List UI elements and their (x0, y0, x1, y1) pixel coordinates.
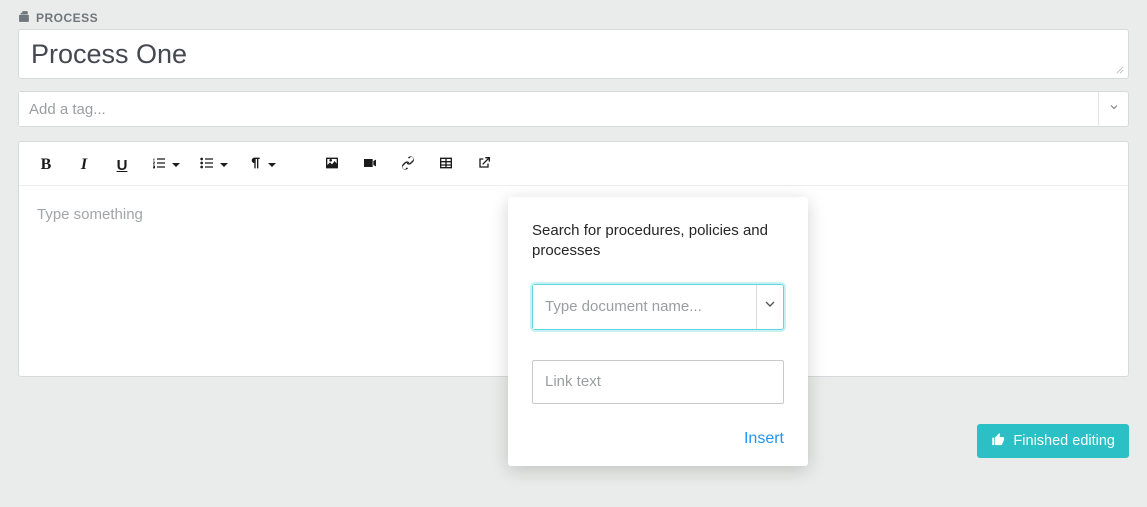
process-title-input[interactable]: Process One (19, 30, 1128, 78)
caret-down-icon (172, 163, 180, 167)
link-icon (400, 155, 416, 176)
editor-toolbar: B I U (19, 142, 1128, 186)
popover-heading: Search for procedures, policies and proc… (532, 221, 784, 262)
document-search-dropdown-button[interactable] (756, 285, 783, 329)
thumbs-up-icon (991, 432, 1006, 451)
image-icon (324, 155, 340, 176)
underline-icon: U (117, 157, 128, 174)
tag-field (18, 91, 1129, 127)
insert-link-popover: Search for procedures, policies and proc… (508, 197, 808, 466)
insert-table-button[interactable] (427, 151, 465, 179)
document-stack-icon (18, 10, 31, 26)
external-link-icon (476, 155, 492, 176)
caret-down-icon (220, 163, 228, 167)
section-label-text: PROCESS (36, 11, 98, 25)
chevron-down-icon (1108, 100, 1120, 118)
insert-video-button[interactable] (351, 151, 389, 179)
finished-editing-button[interactable]: Finished editing (977, 424, 1129, 458)
underline-button[interactable]: U (103, 151, 141, 179)
italic-icon: I (81, 156, 87, 174)
unordered-list-button[interactable] (189, 151, 237, 179)
insert-external-link-button[interactable] (465, 151, 503, 179)
pilcrow-icon (247, 155, 263, 176)
video-icon (362, 155, 378, 176)
insert-button[interactable]: Insert (744, 430, 784, 448)
tag-input[interactable] (19, 92, 1098, 126)
process-title-container: Process One (18, 29, 1129, 79)
popover-actions: Insert (532, 430, 784, 448)
table-icon (438, 155, 454, 176)
paragraph-format-button[interactable] (237, 151, 285, 179)
italic-button[interactable]: I (65, 151, 103, 179)
editor-placeholder: Type something (37, 206, 143, 223)
tag-dropdown-button[interactable] (1098, 92, 1128, 126)
link-text-input[interactable] (532, 360, 784, 404)
document-search-input[interactable] (533, 285, 756, 329)
insert-image-button[interactable] (313, 151, 351, 179)
section-label: PROCESS (18, 10, 1129, 26)
finished-editing-label: Finished editing (1013, 433, 1115, 449)
insert-link-button[interactable] (389, 151, 427, 179)
document-search-combo (532, 284, 784, 330)
bold-button[interactable]: B (27, 151, 65, 179)
ordered-list-button[interactable] (141, 151, 189, 179)
chevron-down-icon (762, 296, 778, 317)
ordered-list-icon (151, 155, 167, 176)
unordered-list-icon (199, 155, 215, 176)
bold-icon: B (41, 156, 52, 174)
caret-down-icon (268, 163, 276, 167)
